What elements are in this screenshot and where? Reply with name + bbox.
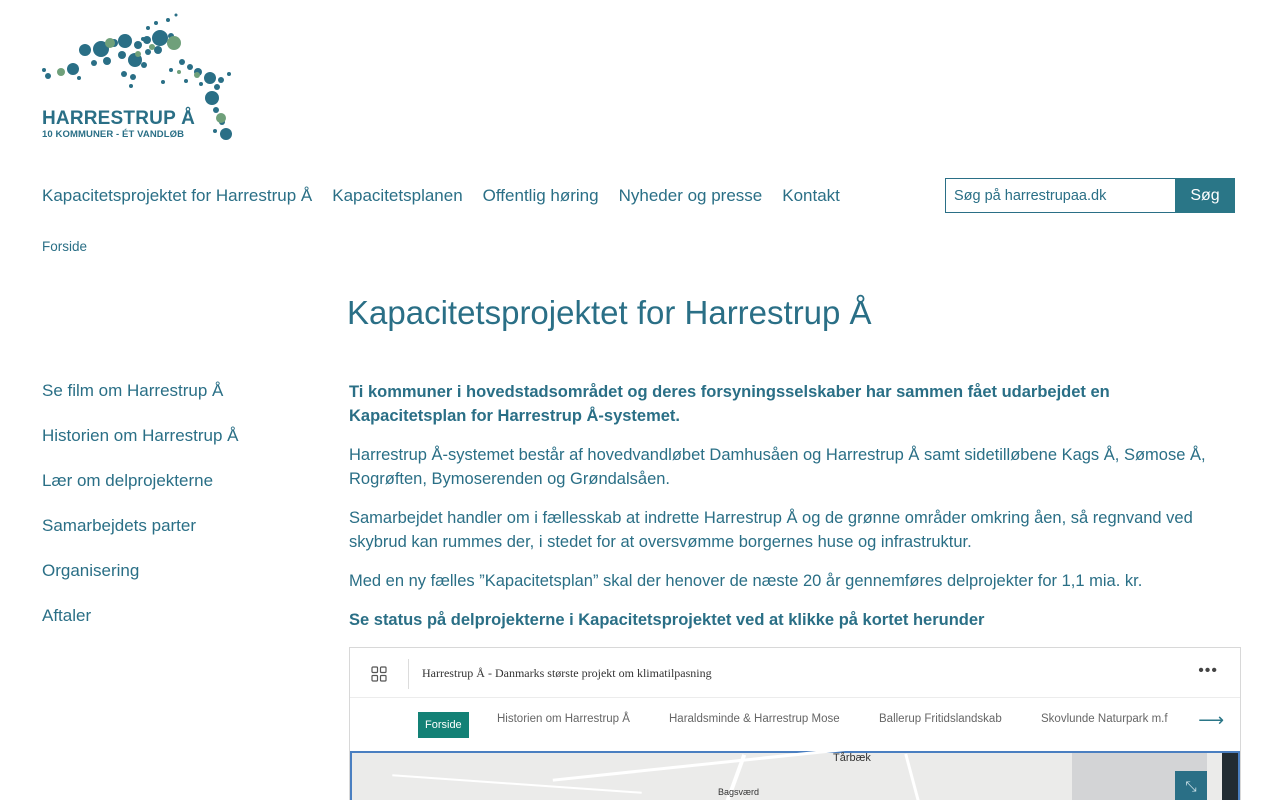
expand-icon[interactable]: ⤡ — [1175, 771, 1207, 800]
map-road — [392, 774, 642, 794]
search-input[interactable] — [945, 178, 1175, 213]
map-scrollbar[interactable] — [1222, 753, 1238, 800]
breadcrumb: Forside — [42, 239, 87, 254]
nav-item-kapacitetsplanen[interactable]: Kapacitetsplanen — [332, 186, 462, 206]
tab-haraldsminde[interactable]: Haraldsminde & Harrestrup Mose — [669, 713, 840, 725]
search-form: Søg — [945, 178, 1235, 213]
embedded-story-map[interactable]: Harrestrup Å - Danmarks største projekt … — [349, 647, 1241, 800]
body-paragraph: Samarbejdet handler om i fællesskab at i… — [349, 509, 1193, 551]
map-road — [904, 753, 923, 800]
arrow-right-icon[interactable]: ⟶ — [1198, 710, 1224, 731]
sidebar-item-delprojekterne[interactable]: Lær om delprojekterne — [42, 471, 239, 516]
embed-tabs: Forside Historien om Harrestrup Å Harald… — [350, 698, 1240, 750]
grid-icon[interactable] — [371, 666, 387, 682]
nav-item-kapacitetsprojektet[interactable]: Kapacitetsprojektet for Harrestrup Å — [42, 186, 312, 206]
lead-paragraph: Ti kommuner i hovedstadsområdet og deres… — [349, 383, 1110, 425]
body-paragraph: Med en ny fælles ”Kapacitetsplan” skal d… — [349, 572, 1143, 590]
sidebar-item-organisering[interactable]: Organisering — [42, 561, 239, 606]
site-logo[interactable]: HARRESTRUP Å 10 KOMMUNER - ÉT VANDLØB — [40, 12, 240, 144]
nav-item-kontakt[interactable]: Kontakt — [782, 186, 840, 206]
sidebar-item-parter[interactable]: Samarbejdets parter — [42, 516, 239, 561]
sidebar-item-aftaler[interactable]: Aftaler — [42, 606, 239, 651]
embed-title: Harrestrup Å - Danmarks største projekt … — [422, 666, 712, 680]
cta-paragraph: Se status på delprojekterne i Kapacitets… — [349, 611, 985, 629]
sidebar-item-film[interactable]: Se film om Harrestrup Å — [42, 381, 239, 426]
map-label-bagsvaerd: Bagsværd — [718, 787, 760, 797]
tab-historien[interactable]: Historien om Harrestrup Å — [497, 713, 630, 725]
divider — [408, 659, 409, 689]
tab-ballerup[interactable]: Ballerup Fritidslandskab — [879, 713, 1002, 725]
nav-item-offentlig-horing[interactable]: Offentlig høring — [483, 186, 599, 206]
search-button[interactable]: Søg — [1175, 178, 1235, 213]
map-label-taarbaek: Tårbæk — [833, 752, 871, 764]
main-content: Ti kommuner i hovedstadsområdet og deres… — [349, 380, 1229, 647]
logo-subtitle: 10 KOMMUNER - ÉT VANDLØB — [42, 129, 185, 140]
nav-item-nyheder[interactable]: Nyheder og presse — [619, 186, 763, 206]
sidebar-nav: Se film om Harrestrup Å Historien om Har… — [42, 381, 239, 651]
page-title: Kapacitetsprojektet for Harrestrup Å — [347, 294, 872, 331]
tab-forside[interactable]: Forside — [418, 712, 469, 738]
logo-title: HARRESTRUP Å — [42, 108, 196, 129]
main-nav: Kapacitetsprojektet for Harrestrup Å Kap… — [42, 186, 840, 206]
tab-skovlunde[interactable]: Skovlunde Naturpark m.f — [1041, 713, 1168, 725]
breadcrumb-home-link[interactable]: Forside — [42, 239, 87, 254]
sidebar-item-historien[interactable]: Historien om Harrestrup Å — [42, 426, 239, 471]
map-road — [552, 747, 852, 782]
map-view[interactable]: Tårbæk Bagsværd ⤡ — [350, 747, 1240, 800]
embed-header: Harrestrup Å - Danmarks største projekt … — [350, 648, 1240, 698]
more-options-icon[interactable]: ••• — [1198, 662, 1218, 680]
body-paragraph: Harrestrup Å-systemet består af hovedvan… — [349, 446, 1206, 488]
